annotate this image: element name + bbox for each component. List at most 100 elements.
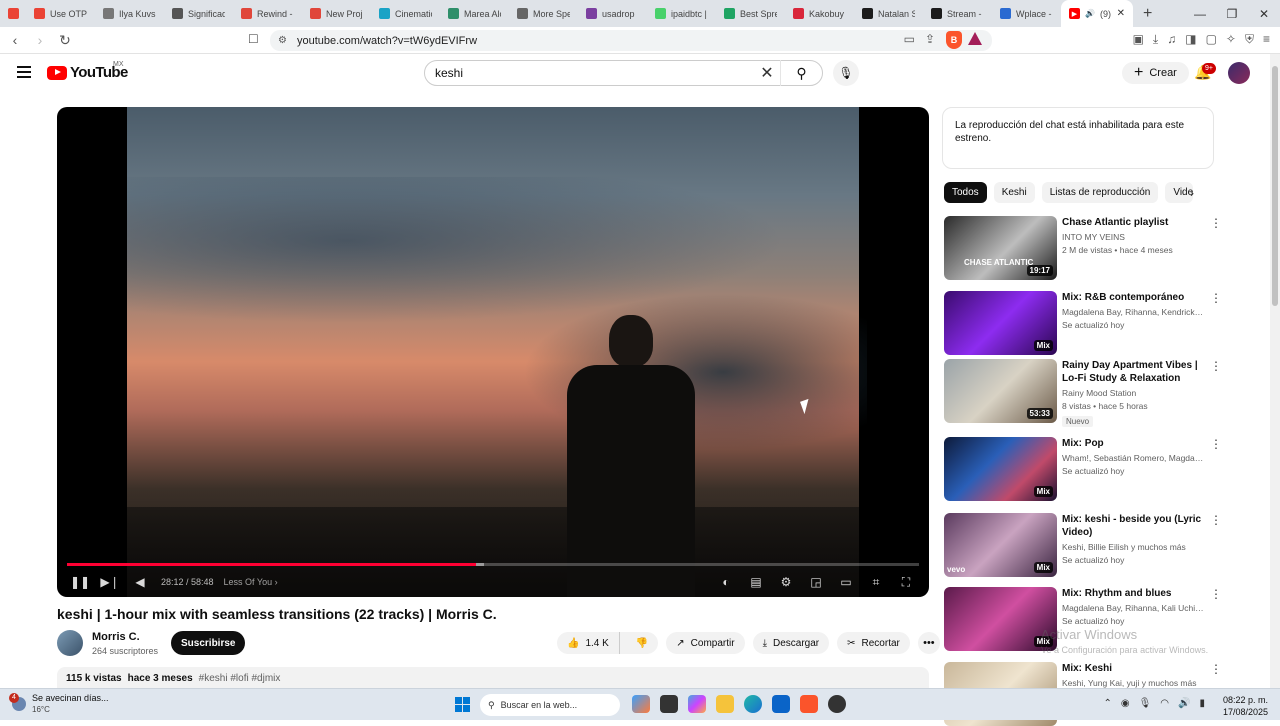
recommended-title[interactable]: Mix: keshi - beside you (Lyric Video) bbox=[1062, 513, 1204, 539]
browser-tab[interactable]: New Proj bbox=[302, 0, 371, 27]
browser-tab[interactable]: usadrop bbox=[578, 0, 647, 27]
file-explorer-icon[interactable] bbox=[716, 695, 734, 713]
more-actions-button[interactable]: ••• bbox=[917, 632, 940, 654]
channel-name[interactable]: Morris C. bbox=[92, 631, 140, 643]
url-field[interactable]: ⚙ youtube.com/watch?v=tW6ydEVIFrw bbox=[270, 30, 992, 51]
browser-tab[interactable]: Kakobuy bbox=[785, 0, 854, 27]
tab-close-icon[interactable]: ✕ bbox=[1117, 8, 1125, 19]
progress-bar[interactable] bbox=[67, 563, 919, 566]
media-icon[interactable]: ♫ bbox=[1167, 32, 1176, 47]
system-clock[interactable]: 08:22 p. m. 17/08/2025 bbox=[1223, 694, 1268, 718]
browser-tab[interactable]: Ilya Kuvsh bbox=[95, 0, 164, 27]
next-icon[interactable]: ▶❘ bbox=[95, 575, 125, 589]
browser-tab[interactable]: Wplace - bbox=[992, 0, 1061, 27]
channel-avatar[interactable] bbox=[57, 630, 83, 656]
weather-widget[interactable]: 4 Se avecinan días... 16°C bbox=[9, 693, 109, 715]
chip-playlists[interactable]: Listas de reproducción bbox=[1041, 182, 1159, 203]
video-thumbnail[interactable]: vevo Mix bbox=[944, 513, 1057, 577]
browser-tab[interactable]: Marea Alc bbox=[440, 0, 509, 27]
more-options-icon[interactable]: ⋮ bbox=[1210, 291, 1222, 305]
download-icon[interactable]: ⤓ bbox=[1153, 32, 1158, 47]
video-thumbnail[interactable]: Mix bbox=[944, 437, 1057, 501]
brave-taskbar-icon[interactable] bbox=[800, 695, 818, 713]
chips-next-chevron-icon[interactable]: › bbox=[1190, 186, 1194, 200]
browser-tab[interactable]: More Spe bbox=[509, 0, 578, 27]
like-button[interactable]: 👍 1.4 K bbox=[557, 632, 620, 654]
youtube-logo[interactable]: YouTube MX bbox=[47, 61, 128, 81]
miniplayer-icon[interactable]: ◲ bbox=[801, 575, 831, 590]
chapter-title[interactable]: Less Of You › bbox=[224, 577, 278, 587]
app-icon[interactable] bbox=[828, 695, 846, 713]
share-button[interactable]: ↗ Compartir bbox=[666, 632, 745, 654]
chip-todos[interactable]: Todos bbox=[944, 182, 987, 203]
browser-tab[interactable]: Significad bbox=[164, 0, 233, 27]
maximize-icon[interactable]: ❐ bbox=[1216, 7, 1248, 21]
task-view-icon[interactable] bbox=[660, 695, 678, 713]
close-window-icon[interactable]: ✕ bbox=[1248, 7, 1280, 21]
video-thumbnail[interactable]: CHASE ATLANTIC 19:17 bbox=[944, 216, 1057, 280]
widgets-app-icon[interactable] bbox=[632, 695, 650, 713]
cast-icon[interactable]: ⌗ bbox=[861, 575, 891, 590]
recommended-video[interactable]: CHASE ATLANTIC 19:17 Chase Atlantic playli… bbox=[944, 216, 1222, 280]
clear-search-icon[interactable]: ✕ bbox=[754, 63, 780, 83]
tab-youtube-active[interactable]: ▶ 🔊 (9) ✕ bbox=[1061, 0, 1133, 27]
edge-icon[interactable] bbox=[744, 695, 762, 713]
forward-icon[interactable]: › bbox=[30, 32, 50, 48]
bookmark-icon[interactable]: ☐ bbox=[248, 32, 259, 46]
search-button[interactable]: ⚲ bbox=[780, 60, 822, 86]
recommended-title[interactable]: Mix: R&B contemporáneo bbox=[1062, 291, 1204, 304]
wallet-icon[interactable]: ▢ bbox=[1206, 32, 1217, 47]
more-options-icon[interactable]: ⋮ bbox=[1210, 587, 1222, 601]
reload-icon[interactable]: ↻ bbox=[55, 32, 75, 49]
search-box[interactable]: keshi ✕ ⚲ bbox=[424, 60, 823, 86]
wifi-icon[interactable]: ◠ bbox=[1160, 698, 1169, 709]
subscribe-button[interactable]: Suscribirse bbox=[171, 631, 246, 655]
windows-start-icon[interactable] bbox=[455, 697, 470, 712]
recommended-channel[interactable]: Magdalena Bay, Rihanna, Kali Uchis y muc… bbox=[1062, 603, 1204, 613]
more-options-icon[interactable]: ⋮ bbox=[1210, 216, 1222, 230]
recommended-channel[interactable]: Keshi, Billie Eilish y muchos más bbox=[1062, 542, 1204, 552]
recommended-title[interactable]: Mix: Pop bbox=[1062, 437, 1204, 450]
subtitles-icon[interactable]: ▤ bbox=[741, 575, 771, 590]
browser-tab[interactable]: Stream - bbox=[923, 0, 992, 27]
recommended-channel[interactable]: Wham!, Sebastián Romero, Magdalena Bay y… bbox=[1062, 453, 1204, 463]
browser-tab[interactable]: Natalan S bbox=[854, 0, 923, 27]
new-tab-button[interactable]: + bbox=[1133, 5, 1162, 23]
vpn-icon[interactable]: ⛨ bbox=[1245, 32, 1254, 47]
recommended-channel[interactable]: INTO MY VEINS bbox=[1062, 232, 1204, 242]
video-thumbnail[interactable]: Mix bbox=[944, 291, 1057, 355]
recommended-video[interactable]: vevo Mix Mix: keshi - beside you (Lyric Vi… bbox=[944, 513, 1222, 577]
back-icon[interactable]: ‹ bbox=[5, 32, 25, 48]
recommended-title[interactable]: Chase Atlantic playlist bbox=[1062, 216, 1204, 229]
voice-search-button[interactable]: 🎙 bbox=[833, 60, 859, 86]
leo-icon[interactable]: ✧ bbox=[1226, 32, 1236, 47]
browser-tab[interactable]: ipaidbtc | bbox=[647, 0, 716, 27]
recommended-video[interactable]: 53:33 Rainy Day Apartment Vibes | Lo-Fi S… bbox=[944, 359, 1222, 427]
more-options-icon[interactable]: ⋮ bbox=[1210, 359, 1222, 373]
video-thumbnail[interactable]: 53:33 bbox=[944, 359, 1057, 423]
browser-tab[interactable]: Use OTP bbox=[26, 0, 95, 27]
download-button[interactable]: ⤓ Descargar bbox=[752, 632, 830, 654]
recommended-channel[interactable]: Rainy Mood Station bbox=[1062, 388, 1204, 398]
scrollbar-thumb[interactable] bbox=[1272, 66, 1278, 306]
more-options-icon[interactable]: ⋮ bbox=[1210, 437, 1222, 451]
minimize-icon[interactable]: — bbox=[1184, 7, 1216, 21]
site-info-icon[interactable]: ⚙ bbox=[278, 35, 287, 46]
page-scrollbar[interactable] bbox=[1270, 54, 1280, 688]
recommended-title[interactable]: Mix: Rhythm and blues bbox=[1062, 587, 1204, 600]
browser-menu-icon[interactable]: ≡ bbox=[1263, 32, 1270, 47]
copilot-icon[interactable] bbox=[688, 695, 706, 713]
tray-chevron-icon[interactable]: ⌃ bbox=[1103, 698, 1111, 709]
pause-icon[interactable]: ❚❚ bbox=[65, 575, 95, 589]
browser-tab[interactable] bbox=[0, 0, 26, 27]
recommended-channel[interactable]: Magdalena Bay, Rihanna, Kendrick Lamar y… bbox=[1062, 307, 1204, 317]
more-options-icon[interactable]: ⋮ bbox=[1210, 513, 1222, 527]
battery-icon[interactable]: ▮ bbox=[1199, 698, 1205, 709]
recommended-title[interactable]: Mix: Keshi bbox=[1062, 662, 1204, 675]
outlook-icon[interactable] bbox=[772, 695, 790, 713]
search-input[interactable]: keshi bbox=[425, 66, 754, 80]
brave-rewards-icon[interactable] bbox=[968, 32, 982, 45]
browser-tab[interactable]: Rewind - bbox=[233, 0, 302, 27]
taskbar-search[interactable]: ⚲ Buscar en la web... bbox=[480, 694, 620, 716]
fullscreen-icon[interactable]: ⛶ bbox=[891, 575, 921, 590]
